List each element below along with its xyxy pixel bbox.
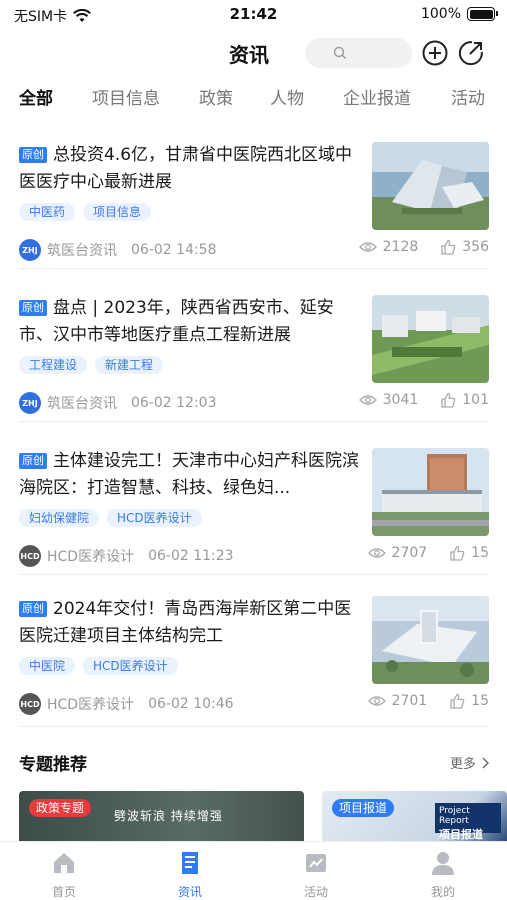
- thumbs-up-icon[interactable]: [449, 693, 465, 709]
- tab-policy[interactable]: 政策: [199, 84, 233, 109]
- article-tag[interactable]: 工程建设: [19, 356, 88, 374]
- battery-icon: [467, 7, 498, 21]
- source-avatar: HCD: [19, 545, 41, 567]
- tab-all[interactable]: 全部: [19, 84, 53, 109]
- app-header: 资讯: [0, 30, 507, 76]
- publish-time: 06-02 10:46: [148, 696, 234, 712]
- status-bar: 无SIM卡 21:42 100%: [0, 0, 507, 30]
- article-card[interactable]: 原创 2024年交付！青岛西海岸新区第二中医医院迁建项目主体结构完工 中医院 HC…: [0, 596, 507, 746]
- publish-time: 06-02 12:03: [131, 395, 217, 411]
- article-card[interactable]: 原创 总投资4.6亿，甘肃省中医院西北区域中医医疗中心最新进展 中医药 项目信息 …: [0, 142, 507, 292]
- article-card[interactable]: 原创 盘点 | 2023年，陕西省西安市、延安市、汉中市等地医疗重点工程新进展 工…: [0, 295, 507, 445]
- divider: [19, 268, 489, 269]
- original-badge: 原创: [19, 601, 47, 617]
- like-count: 15: [471, 693, 489, 709]
- topic-card[interactable]: 政策专题 劈波斩浪 持续增强: [19, 791, 304, 841]
- divider: [19, 726, 489, 727]
- tab-project-info[interactable]: 项目信息: [92, 84, 160, 109]
- add-button[interactable]: [421, 39, 449, 67]
- article-tag[interactable]: 妇幼保健院: [19, 509, 100, 527]
- article-tag[interactable]: 中医药: [19, 203, 76, 221]
- publish-time: 06-02 14:58: [131, 242, 217, 258]
- article-title: 原创 盘点 | 2023年，陕西省西安市、延安市、汉中市等地医疗重点工程新进展: [19, 298, 334, 345]
- thumbs-up-icon[interactable]: [440, 392, 456, 408]
- divider: [19, 574, 489, 575]
- news-icon: [182, 852, 198, 874]
- nav-news[interactable]: 资讯: [150, 850, 230, 900]
- share-button[interactable]: [457, 39, 485, 67]
- home-icon: [54, 853, 74, 873]
- view-count: 3041: [382, 392, 419, 408]
- eye-icon: [358, 242, 377, 252]
- tab-people[interactable]: 人物: [270, 84, 304, 109]
- more-link[interactable]: 更多: [450, 753, 489, 772]
- publish-time: 06-02 11:23: [148, 548, 234, 564]
- article-thumbnail: [372, 596, 489, 684]
- thumbs-up-icon[interactable]: [449, 545, 465, 561]
- like-count: 356: [462, 239, 489, 255]
- topic-tag: 项目报道: [332, 799, 395, 817]
- topic-tag: 政策专题: [29, 799, 92, 817]
- topic-card[interactable]: 项目报道 Project Report 项目报道: [322, 791, 507, 841]
- eye-icon: [367, 548, 386, 558]
- project-report-banner: Project Report 项目报道: [435, 803, 501, 841]
- source-name: HCD医养设计: [47, 697, 135, 713]
- source-avatar: ZHJ: [19, 239, 41, 261]
- view-count: 2701: [391, 693, 428, 709]
- eye-icon: [358, 395, 377, 405]
- chevron-right-icon: [482, 757, 489, 768]
- article-title: 原创 主体建设完工！天津市中心妇产科医院滨海院区：打造智慧、科技、绿色妇...: [19, 451, 359, 498]
- eye-icon: [367, 696, 386, 706]
- like-count: 15: [471, 545, 489, 561]
- page-title: 资讯: [229, 43, 269, 67]
- category-tabs: 全部 项目信息 政策 人物 企业报道 活动: [0, 84, 507, 114]
- user-icon: [432, 852, 454, 875]
- source-avatar: HCD: [19, 693, 41, 715]
- view-count: 2128: [382, 239, 419, 255]
- source-avatar: ZHJ: [19, 392, 41, 414]
- bottom-tab-bar: 首页 资讯 活动 我的: [0, 841, 507, 900]
- thumbs-up-icon[interactable]: [440, 239, 456, 255]
- article-thumbnail: [372, 448, 489, 536]
- article-thumbnail: [372, 142, 489, 230]
- tab-enterprise-report[interactable]: 企业报道: [343, 84, 411, 109]
- article-tag[interactable]: 项目信息: [83, 203, 152, 221]
- activity-icon: [306, 854, 326, 872]
- nav-activities[interactable]: 活动: [276, 850, 356, 900]
- source-name: 筑医台资讯: [47, 243, 117, 259]
- divider: [19, 421, 489, 422]
- source-name: HCD医养设计: [47, 549, 135, 565]
- topic-slogan: 劈波斩浪 持续增强: [114, 809, 223, 823]
- source-name: 筑医台资讯: [47, 396, 117, 412]
- nav-profile[interactable]: 我的: [403, 850, 483, 900]
- view-count: 2707: [391, 545, 428, 561]
- battery-percent: 100%: [420, 6, 461, 22]
- section-title: 专题推荐: [19, 755, 87, 775]
- article-tag[interactable]: 中医院: [19, 657, 76, 675]
- article-tag[interactable]: HCD医养设计: [83, 657, 178, 675]
- tab-activities[interactable]: 活动: [451, 84, 485, 109]
- original-badge: 原创: [19, 300, 47, 316]
- search-input[interactable]: [305, 38, 412, 68]
- article-card[interactable]: 原创 主体建设完工！天津市中心妇产科医院滨海院区：打造智慧、科技、绿色妇... 妇…: [0, 448, 507, 598]
- article-tag[interactable]: 新建工程: [95, 356, 164, 374]
- article-thumbnail: [372, 295, 489, 383]
- nav-home[interactable]: 首页: [24, 850, 104, 900]
- original-badge: 原创: [19, 147, 47, 163]
- article-title: 原创 2024年交付！青岛西海岸新区第二中医医院迁建项目主体结构完工: [19, 599, 352, 646]
- article-title: 原创 总投资4.6亿，甘肃省中医院西北区域中医医疗中心最新进展: [19, 145, 353, 192]
- like-count: 101: [462, 392, 489, 408]
- article-tag[interactable]: HCD医养设计: [107, 509, 202, 527]
- search-icon: [333, 46, 346, 59]
- original-badge: 原创: [19, 453, 47, 469]
